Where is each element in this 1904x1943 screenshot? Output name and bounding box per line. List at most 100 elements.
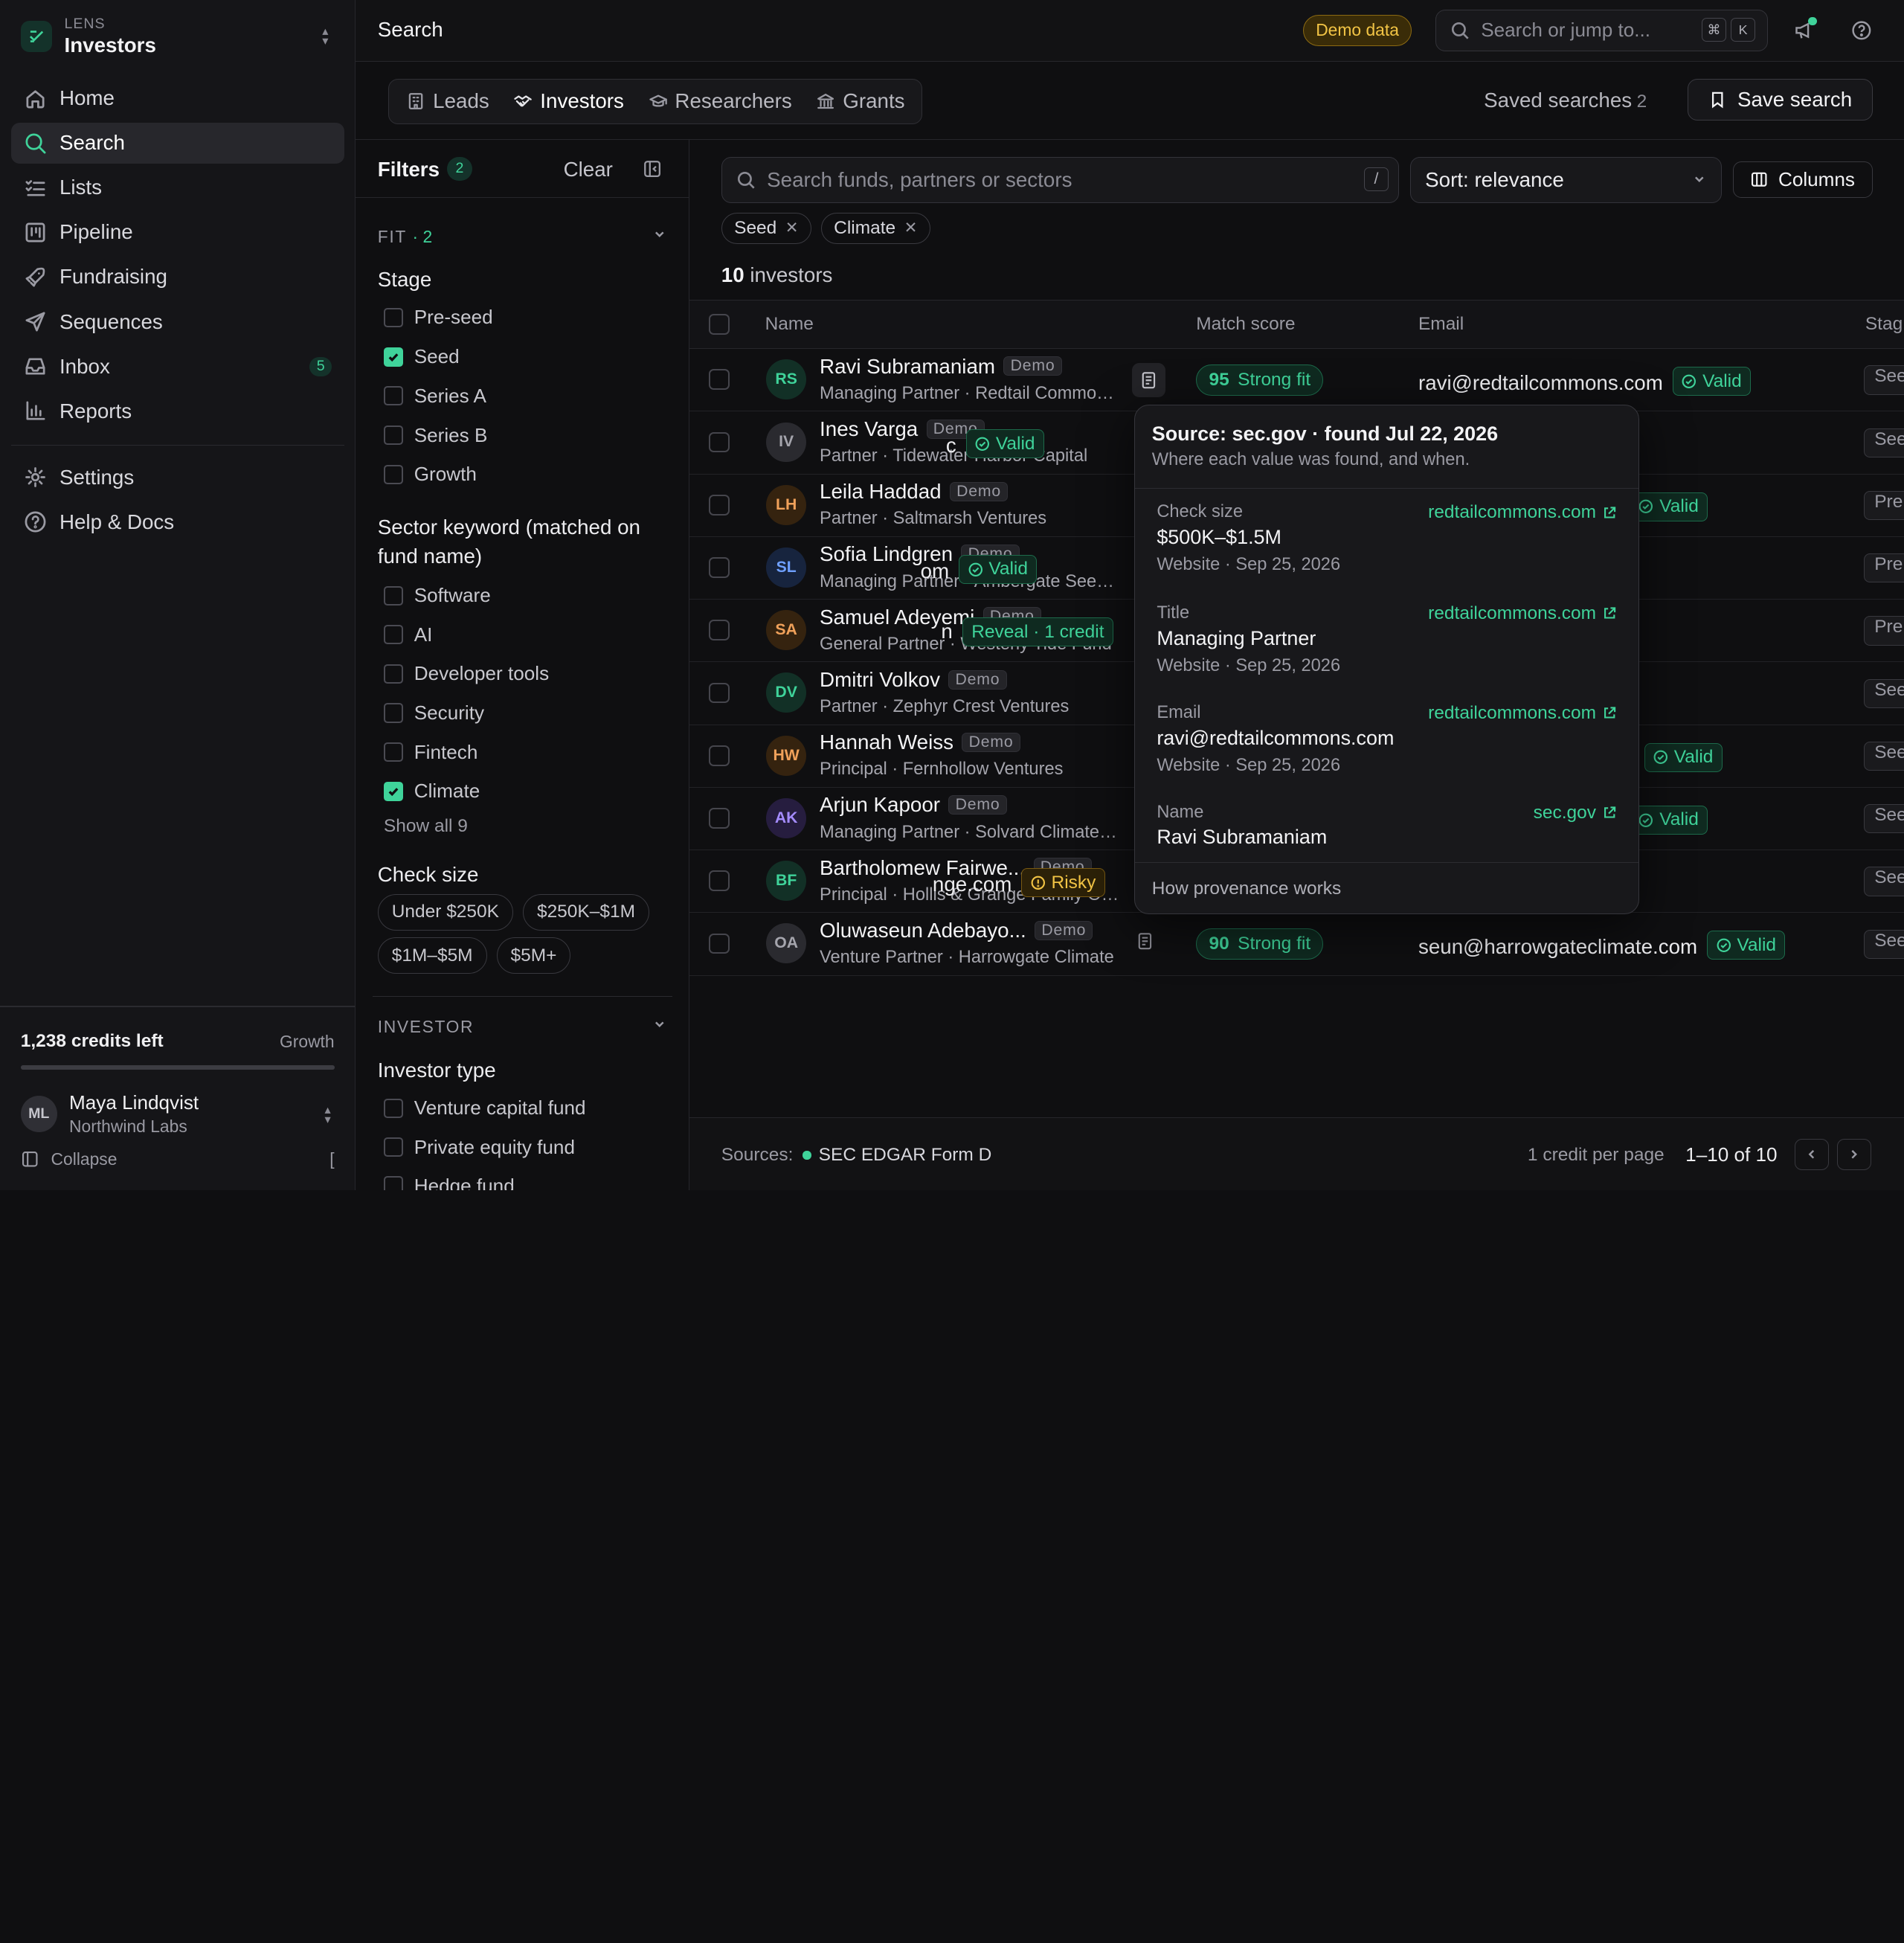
row-checkbox[interactable]: [709, 933, 730, 954]
row-checkbox[interactable]: [709, 494, 730, 516]
select-all-checkbox[interactable]: [709, 314, 730, 335]
investor-name-cell[interactable]: Leila Haddad Demo: [820, 480, 1009, 504]
row-checkbox[interactable]: [709, 431, 730, 453]
next-page-button[interactable]: [1837, 1138, 1871, 1171]
checkbox[interactable]: [383, 625, 404, 645]
provenance-source-link[interactable]: redtailcommons.com: [1428, 703, 1617, 724]
tab-investors[interactable]: Investors: [501, 84, 636, 119]
checkbox[interactable]: [383, 1137, 404, 1157]
filter-option-venture-capital-fund[interactable]: Venture capital fund: [383, 1096, 586, 1120]
provenance-button[interactable]: [1131, 363, 1166, 397]
table-row[interactable]: RS Ravi Subramaniam Demo Managing Partner…: [689, 349, 1904, 412]
reveal-email-button[interactable]: Reveal · 1 credit: [962, 617, 1113, 647]
checkbox[interactable]: [383, 347, 404, 367]
announcements-button[interactable]: [1789, 15, 1820, 46]
table-row[interactable]: OA Oluwaseun Adebayo... Demo Venture Part…: [689, 913, 1904, 976]
checkbox[interactable]: [383, 464, 404, 484]
investor-name-cell[interactable]: Arjun Kapoor Demo: [820, 793, 1007, 817]
fit-section-toggle[interactable]: FIT · 2: [378, 227, 667, 247]
filter-option-hedge-fund[interactable]: Hedge fund: [383, 1175, 515, 1191]
sidebar-item-lists[interactable]: Lists: [11, 167, 344, 209]
email-address[interactable]: n: [941, 620, 952, 643]
investor-name-cell[interactable]: Ravi Subramaniam Demo: [820, 355, 1062, 379]
investor-name-cell[interactable]: Dmitri Volkov Demo: [820, 668, 1007, 692]
user-menu[interactable]: ML Maya Lindqvist Northwind Labs ▴ ▾: [20, 1090, 343, 1138]
row-checkbox[interactable]: [709, 808, 730, 829]
check-size-option[interactable]: Under $250K: [377, 893, 513, 931]
filter-option-fintech[interactable]: Fintech: [383, 741, 477, 764]
filter-option-pre-seed[interactable]: Pre-seed: [383, 306, 493, 329]
filter-option-growth[interactable]: Growth: [383, 463, 477, 486]
investor-search-input[interactable]: Search funds, partners or sectors /: [721, 156, 1399, 203]
provenance-source-link[interactable]: sec.gov: [1534, 803, 1617, 823]
row-checkbox[interactable]: [709, 745, 730, 766]
collapse-sidebar-button[interactable]: Collapse [: [21, 1149, 335, 1169]
sidebar-item-inbox[interactable]: Inbox 5: [11, 346, 344, 388]
checkbox[interactable]: [383, 664, 404, 684]
check-size-option[interactable]: $1M–$5M: [377, 937, 487, 974]
row-checkbox[interactable]: [709, 557, 730, 578]
investor-section-toggle[interactable]: INVESTOR: [378, 1017, 667, 1037]
column-header-stage[interactable]: Stag: [1865, 314, 1903, 335]
command-search[interactable]: Search or jump to... ⌘ K: [1435, 10, 1769, 51]
filter-option-seed[interactable]: Seed: [383, 345, 460, 368]
sidebar-item-settings[interactable]: Settings: [11, 457, 344, 498]
sidebar-item-help-docs[interactable]: Help & Docs: [11, 501, 344, 543]
check-size-option[interactable]: $250K–$1M: [523, 893, 649, 931]
sidebar-item-search[interactable]: Search: [10, 122, 344, 164]
sidebar-item-home[interactable]: Home: [11, 77, 344, 119]
remove-filter-icon[interactable]: ✕: [785, 219, 799, 237]
filter-option-series-b[interactable]: Series B: [383, 424, 487, 447]
workspace-switcher[interactable]: LENS Investors ▴ ▾: [20, 10, 343, 63]
email-address[interactable]: c: [946, 434, 956, 457]
saved-searches-button[interactable]: Saved searches 2: [1484, 89, 1647, 112]
filter-option-climate[interactable]: Climate: [383, 780, 480, 803]
tab-grants[interactable]: Grants: [804, 84, 917, 119]
filter-option-ai[interactable]: AI: [383, 623, 432, 646]
remove-filter-icon[interactable]: ✕: [904, 219, 918, 237]
email-address[interactable]: seun@harrowgateclimate.com: [1418, 935, 1697, 958]
help-button[interactable]: [1846, 15, 1877, 46]
collapse-filters-button[interactable]: [637, 153, 668, 184]
how-provenance-works-link[interactable]: How provenance works: [1152, 879, 1341, 899]
sidebar-item-reports[interactable]: Reports: [11, 391, 344, 432]
filter-option-private-equity-fund[interactable]: Private equity fund: [383, 1136, 575, 1159]
show-all-sectors-link[interactable]: Show all 9: [384, 816, 468, 837]
checkbox[interactable]: [383, 742, 404, 762]
checkbox[interactable]: [383, 703, 404, 723]
checkbox[interactable]: [383, 386, 404, 406]
checkbox[interactable]: [383, 585, 404, 606]
email-address[interactable]: ravi@redtailcommons.com: [1418, 371, 1663, 394]
sidebar-item-sequences[interactable]: Sequences: [11, 301, 344, 343]
provenance-source-link[interactable]: redtailcommons.com: [1428, 603, 1617, 624]
save-search-button[interactable]: Save search: [1688, 79, 1873, 121]
investor-name-cell[interactable]: Oluwaseun Adebayo... Demo: [820, 919, 1093, 942]
checkbox[interactable]: [383, 1176, 404, 1191]
checkbox[interactable]: [383, 1098, 404, 1118]
tab-leads[interactable]: Leads: [394, 84, 501, 119]
checkbox[interactable]: [383, 425, 404, 446]
columns-button[interactable]: Columns: [1732, 161, 1873, 199]
provenance-button[interactable]: [1136, 932, 1154, 955]
column-header-name[interactable]: Name: [765, 314, 814, 335]
filter-option-series-a[interactable]: Series A: [383, 385, 486, 408]
previous-page-button[interactable]: [1795, 1138, 1829, 1171]
filter-option-software[interactable]: Software: [383, 584, 491, 607]
investor-name-cell[interactable]: Hannah Weiss Demo: [820, 730, 1020, 754]
checkbox[interactable]: [383, 307, 404, 327]
sidebar-item-fundraising[interactable]: Fundraising: [11, 257, 344, 298]
email-address[interactable]: nge.com: [933, 873, 1012, 896]
row-checkbox[interactable]: [709, 620, 730, 641]
column-header-email[interactable]: Email: [1418, 314, 1464, 335]
row-checkbox[interactable]: [709, 870, 730, 892]
email-address[interactable]: om: [921, 559, 950, 582]
filter-option-developer-tools[interactable]: Developer tools: [383, 662, 549, 685]
filter-option-security[interactable]: Security: [383, 701, 484, 725]
row-checkbox[interactable]: [709, 682, 730, 704]
clear-filters-button[interactable]: Clear: [564, 158, 613, 182]
checkbox[interactable]: [383, 781, 404, 801]
provenance-source-link[interactable]: redtailcommons.com: [1428, 502, 1617, 523]
column-header-match-score[interactable]: Match score: [1196, 314, 1295, 335]
row-checkbox[interactable]: [709, 369, 730, 391]
sidebar-item-pipeline[interactable]: Pipeline: [11, 212, 344, 254]
